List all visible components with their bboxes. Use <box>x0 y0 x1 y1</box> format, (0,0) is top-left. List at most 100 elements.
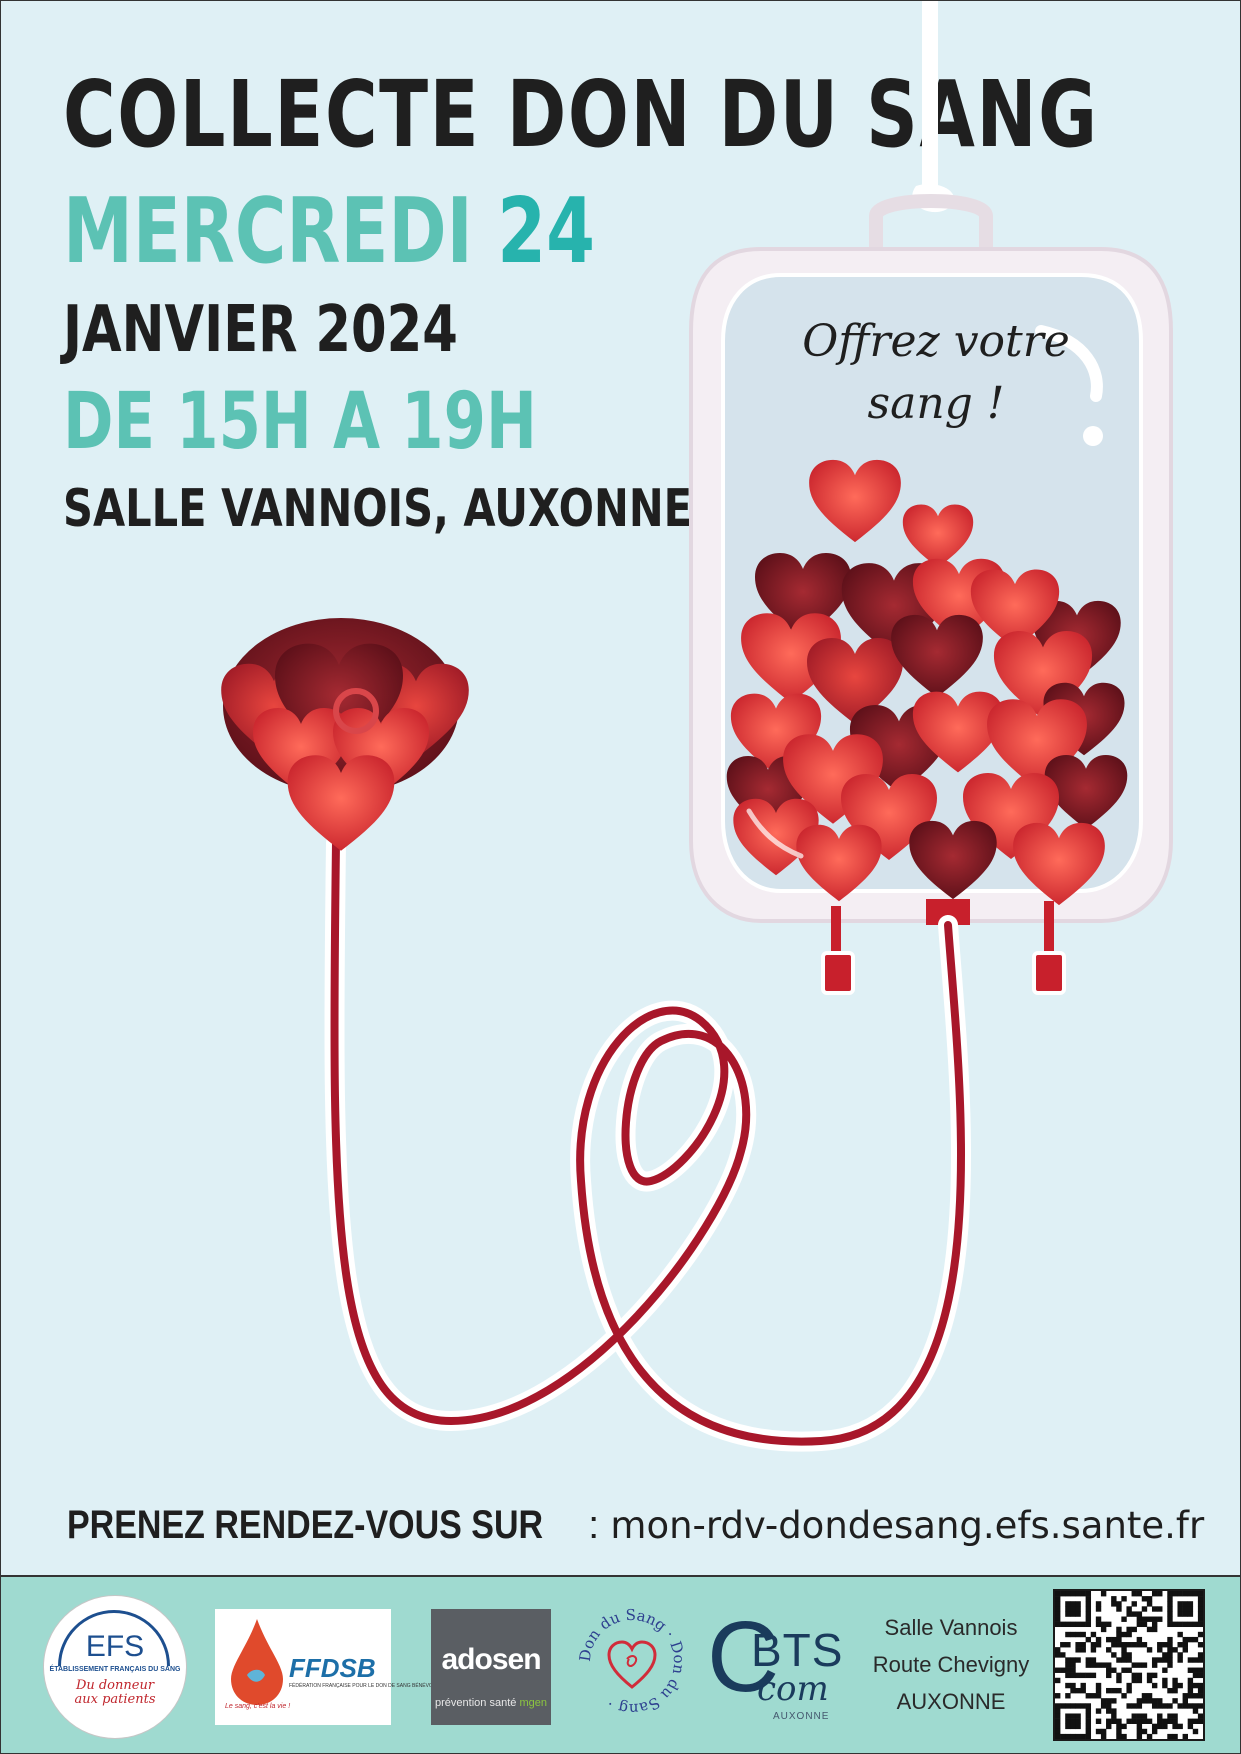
qr-module <box>1172 1591 1178 1597</box>
qr-module <box>1055 1596 1061 1602</box>
qr-module <box>1116 1601 1122 1607</box>
qr-module <box>1136 1621 1143 1628</box>
qr-module <box>1085 1636 1092 1643</box>
qr-module <box>1075 1703 1081 1709</box>
qr-module <box>1187 1693 1194 1699</box>
qr-module <box>1167 1621 1173 1628</box>
qr-module <box>1070 1723 1076 1730</box>
bts-com: com <box>757 1669 829 1709</box>
qr-module <box>1075 1718 1081 1724</box>
blood-drop-icon <box>231 1619 283 1705</box>
qr-module <box>1177 1657 1183 1663</box>
qr-module <box>1085 1672 1092 1679</box>
qr-module <box>1055 1718 1061 1724</box>
qr-module <box>1075 1713 1081 1719</box>
qr-module <box>1116 1642 1122 1648</box>
qr-module <box>1095 1693 1102 1699</box>
bts-com-logo: C BTS com AUXONNE <box>707 1607 857 1727</box>
qr-module <box>1111 1698 1117 1704</box>
qr-module <box>1126 1703 1132 1709</box>
qr-module <box>1136 1733 1143 1740</box>
qr-module <box>1172 1713 1178 1719</box>
qr-module <box>1055 1728 1061 1735</box>
qr-code[interactable] <box>1053 1589 1205 1741</box>
qr-module <box>1182 1606 1188 1612</box>
qr-module <box>1151 1723 1158 1730</box>
qr-module <box>1177 1621 1183 1628</box>
qr-module <box>1197 1616 1204 1622</box>
qr-module <box>1075 1631 1081 1638</box>
qr-module <box>1075 1621 1081 1628</box>
qr-module <box>1131 1672 1137 1679</box>
qr-module <box>1182 1698 1188 1704</box>
qr-module <box>1055 1652 1061 1658</box>
qr-module <box>1126 1652 1132 1658</box>
qr-module <box>1055 1601 1061 1607</box>
qr-module <box>1126 1667 1132 1673</box>
qr-module <box>1151 1626 1158 1633</box>
qr-module <box>1146 1626 1153 1633</box>
qr-module <box>1085 1713 1092 1719</box>
qr-module <box>1167 1591 1173 1597</box>
qr-module <box>1121 1596 1127 1602</box>
qr-module <box>1146 1596 1153 1602</box>
qr-module <box>1192 1657 1199 1663</box>
qr-module <box>1146 1647 1153 1653</box>
blood-bag-illustration <box>221 1 1173 1452</box>
qr-module <box>1167 1703 1173 1709</box>
qr-module <box>1177 1611 1183 1617</box>
qr-module <box>1131 1601 1137 1607</box>
qr-module <box>1177 1631 1183 1638</box>
qr-module <box>1157 1703 1163 1709</box>
qr-module <box>1197 1621 1204 1628</box>
qr-module <box>1126 1687 1132 1694</box>
qr-module <box>1100 1591 1107 1597</box>
qr-module <box>1151 1662 1158 1668</box>
qr-module <box>1197 1591 1204 1597</box>
qr-module <box>1121 1667 1127 1673</box>
adosen-subtitle: prévention santé mgen <box>431 1697 551 1709</box>
qr-module <box>1151 1621 1158 1628</box>
qr-module <box>1070 1631 1076 1638</box>
qr-module <box>1182 1733 1188 1740</box>
qr-module <box>1151 1606 1158 1612</box>
qr-module <box>1177 1601 1183 1607</box>
qr-module <box>1177 1703 1183 1709</box>
qr-module <box>1065 1682 1071 1689</box>
qr-module <box>1060 1591 1066 1597</box>
qr-module <box>1197 1606 1204 1612</box>
qr-module <box>1111 1652 1117 1658</box>
qr-module <box>1100 1662 1107 1668</box>
qr-module <box>1167 1601 1173 1607</box>
qr-module <box>1131 1591 1137 1597</box>
qr-module <box>1055 1693 1061 1699</box>
qr-module <box>1167 1611 1173 1617</box>
qr-module <box>1187 1718 1194 1724</box>
qr-module <box>1187 1606 1194 1612</box>
qr-module <box>1085 1693 1092 1699</box>
qr-module <box>1192 1708 1199 1714</box>
ffdsb-motto: Le sang, c'est la vie ! <box>225 1703 291 1710</box>
qr-module <box>1070 1606 1076 1612</box>
qr-module <box>1151 1657 1158 1663</box>
qr-module <box>1177 1591 1183 1597</box>
qr-module <box>1182 1642 1188 1648</box>
qr-module <box>1197 1611 1204 1617</box>
qr-module <box>1141 1606 1148 1612</box>
qr-module <box>1182 1621 1188 1628</box>
appointment-line: PRENEZ RENDEZ-VOUS SUR : mon-rdv-dondesa… <box>67 1503 1204 1548</box>
qr-module <box>1197 1682 1204 1689</box>
qr-module <box>1070 1718 1076 1724</box>
qr-module <box>1075 1647 1081 1653</box>
appointment-url[interactable]: mon-rdv-dondesang.efs.sante.fr <box>610 1504 1204 1547</box>
qr-module <box>1070 1687 1076 1694</box>
qr-module <box>1167 1662 1173 1668</box>
qr-module <box>1126 1631 1132 1638</box>
efs-arc-icon <box>34 1586 194 1746</box>
qr-module <box>1167 1652 1173 1658</box>
qr-module <box>1055 1733 1061 1740</box>
qr-module <box>1151 1698 1158 1704</box>
qr-module <box>1060 1667 1066 1673</box>
qr-module <box>1126 1718 1132 1724</box>
qr-module <box>1141 1718 1148 1724</box>
